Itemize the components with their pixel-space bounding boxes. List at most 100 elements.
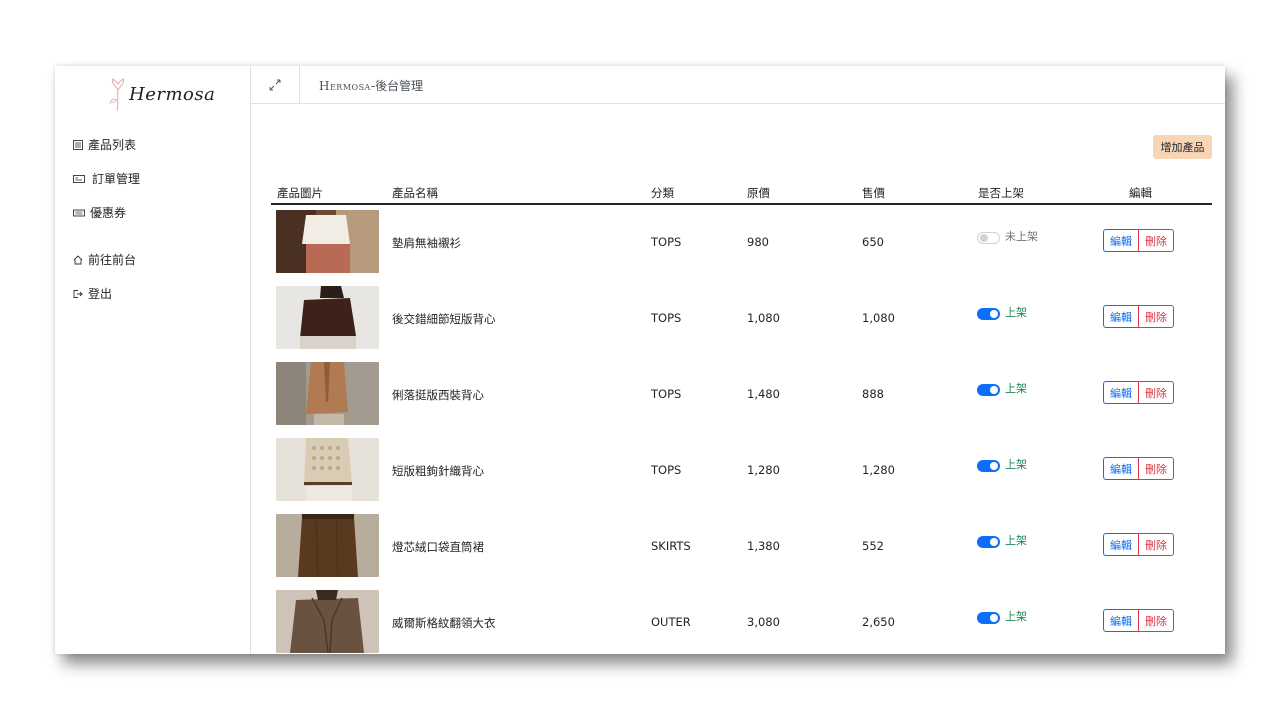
edit-button[interactable]: 編輯 bbox=[1103, 457, 1139, 480]
row-actions: 編輯 刪除 bbox=[1103, 533, 1174, 556]
status-label: 上架 bbox=[1005, 458, 1027, 471]
edit-button[interactable]: 編輯 bbox=[1103, 533, 1139, 556]
admin-window: Hermosa 產品列表 訂單管理 優惠券 前往前台 登出 Hermosa-後台… bbox=[55, 66, 1225, 654]
ticket-icon bbox=[73, 209, 85, 216]
sale-price: 2,650 bbox=[862, 615, 895, 629]
receipt-icon bbox=[73, 174, 85, 183]
row-actions: 編輯 刪除 bbox=[1103, 305, 1174, 328]
sidebar-item-coupons[interactable]: 優惠券 bbox=[73, 204, 126, 221]
header-enabled: 是否上架 bbox=[978, 186, 1024, 200]
product-image bbox=[276, 286, 379, 349]
enabled-toggle[interactable] bbox=[977, 384, 1000, 396]
edit-button[interactable]: 編輯 bbox=[1103, 229, 1139, 252]
sale-price: 552 bbox=[862, 539, 884, 553]
status-label: 上架 bbox=[1005, 382, 1027, 395]
sidebar-item-label: 優惠券 bbox=[90, 206, 127, 220]
delete-button[interactable]: 刪除 bbox=[1138, 457, 1174, 480]
logo-text: Hermosa bbox=[129, 84, 216, 105]
product-category: TOPS bbox=[651, 463, 682, 477]
sale-price: 650 bbox=[862, 235, 884, 249]
product-image bbox=[276, 438, 379, 501]
enabled-toggle[interactable] bbox=[977, 612, 1000, 624]
status-label: 上架 bbox=[1005, 534, 1027, 547]
table-row: 短版粗鉤針織背心 TOPS 1,280 1,280 上架 編輯 刪除 bbox=[271, 432, 1212, 508]
origin-price: 1,380 bbox=[747, 539, 780, 553]
table-header: 產品圖片 產品名稱 分類 原價 售價 是否上架 編輯 bbox=[271, 182, 1212, 205]
product-image bbox=[276, 590, 379, 653]
list-icon bbox=[73, 139, 83, 150]
delete-button[interactable]: 刪除 bbox=[1138, 305, 1174, 328]
expand-button[interactable] bbox=[251, 66, 300, 103]
add-product-button[interactable]: 增加產品 bbox=[1153, 135, 1212, 159]
product-name: 墊肩無袖襯衫 bbox=[392, 236, 461, 250]
sidebar-item-logout[interactable]: 登出 bbox=[73, 285, 112, 302]
product-category: OUTER bbox=[651, 615, 691, 629]
origin-price: 3,080 bbox=[747, 615, 780, 629]
header-origin-price: 原價 bbox=[747, 186, 770, 200]
table-row: 墊肩無袖襯衫 TOPS 980 650 未上架 編輯 刪除 bbox=[271, 204, 1212, 280]
origin-price: 980 bbox=[747, 235, 769, 249]
edit-button[interactable]: 編輯 bbox=[1103, 609, 1139, 632]
brand-logo[interactable]: Hermosa bbox=[107, 78, 215, 114]
origin-price: 1,280 bbox=[747, 463, 780, 477]
product-name: 短版粗鉤針織背心 bbox=[392, 464, 484, 478]
title-brand: Hermosa bbox=[319, 79, 371, 93]
product-name: 威爾斯格紋翻領大衣 bbox=[392, 616, 496, 630]
topbar: Hermosa-後台管理 bbox=[251, 66, 1225, 104]
header-price: 售價 bbox=[862, 186, 885, 200]
enabled-toggle[interactable] bbox=[977, 536, 1000, 548]
logout-icon bbox=[73, 289, 83, 298]
delete-button[interactable]: 刪除 bbox=[1138, 609, 1174, 632]
product-category: SKIRTS bbox=[651, 539, 691, 553]
row-actions: 編輯 刪除 bbox=[1103, 229, 1174, 252]
sidebar-item-label: 前往前台 bbox=[88, 253, 137, 267]
sale-price: 1,080 bbox=[862, 311, 895, 325]
table-row: 燈芯絨口袋直筒裙 SKIRTS 1,380 552 上架 編輯 刪除 bbox=[271, 508, 1212, 584]
sidebar-item-label: 產品列表 bbox=[88, 138, 137, 152]
enabled-toggle[interactable] bbox=[977, 460, 1000, 472]
delete-button[interactable]: 刪除 bbox=[1138, 533, 1174, 556]
flower-icon bbox=[109, 78, 125, 112]
product-name: 燈芯絨口袋直筒裙 bbox=[392, 540, 484, 554]
product-category: TOPS bbox=[651, 235, 682, 249]
row-actions: 編輯 刪除 bbox=[1103, 457, 1174, 480]
header-image: 產品圖片 bbox=[277, 186, 323, 200]
product-image bbox=[276, 362, 379, 425]
status-label: 未上架 bbox=[1005, 230, 1038, 243]
sidebar: Hermosa 產品列表 訂單管理 優惠券 前往前台 登出 bbox=[55, 66, 251, 654]
product-name: 後交錯細節短版背心 bbox=[392, 312, 496, 326]
product-image bbox=[276, 514, 379, 577]
table-row: 威爾斯格紋翻領大衣 OUTER 3,080 2,650 上架 編輯 刪除 bbox=[271, 584, 1212, 654]
header-name: 產品名稱 bbox=[392, 186, 438, 200]
header-edit: 編輯 bbox=[1129, 186, 1152, 200]
sidebar-item-products[interactable]: 產品列表 bbox=[73, 136, 136, 153]
delete-button[interactable]: 刪除 bbox=[1138, 381, 1174, 404]
title-suffix: -後台管理 bbox=[370, 79, 424, 93]
product-category: TOPS bbox=[651, 311, 682, 325]
home-icon bbox=[73, 254, 83, 264]
table-row: 後交錯細節短版背心 TOPS 1,080 1,080 上架 編輯 刪除 bbox=[271, 280, 1212, 356]
origin-price: 1,480 bbox=[747, 387, 780, 401]
enabled-toggle[interactable] bbox=[977, 308, 1000, 320]
row-actions: 編輯 刪除 bbox=[1103, 609, 1174, 632]
page-title: Hermosa-後台管理 bbox=[319, 77, 423, 94]
edit-button[interactable]: 編輯 bbox=[1103, 305, 1139, 328]
sale-price: 1,280 bbox=[862, 463, 895, 477]
row-actions: 編輯 刪除 bbox=[1103, 381, 1174, 404]
enabled-toggle[interactable] bbox=[977, 232, 1000, 244]
product-category: TOPS bbox=[651, 387, 682, 401]
header-category: 分類 bbox=[651, 186, 674, 200]
status-label: 上架 bbox=[1005, 610, 1027, 623]
edit-button[interactable]: 編輯 bbox=[1103, 381, 1139, 404]
expand-icon bbox=[269, 79, 281, 90]
sale-price: 888 bbox=[862, 387, 884, 401]
status-label: 上架 bbox=[1005, 306, 1027, 319]
sidebar-item-label: 登出 bbox=[88, 287, 113, 301]
table-row: 俐落挺版西裝背心 TOPS 1,480 888 上架 編輯 刪除 bbox=[271, 356, 1212, 432]
product-image bbox=[276, 210, 379, 273]
sidebar-item-frontend[interactable]: 前往前台 bbox=[73, 251, 136, 268]
sidebar-item-orders[interactable]: 訂單管理 bbox=[73, 170, 140, 187]
product-name: 俐落挺版西裝背心 bbox=[392, 388, 484, 402]
delete-button[interactable]: 刪除 bbox=[1138, 229, 1174, 252]
origin-price: 1,080 bbox=[747, 311, 780, 325]
